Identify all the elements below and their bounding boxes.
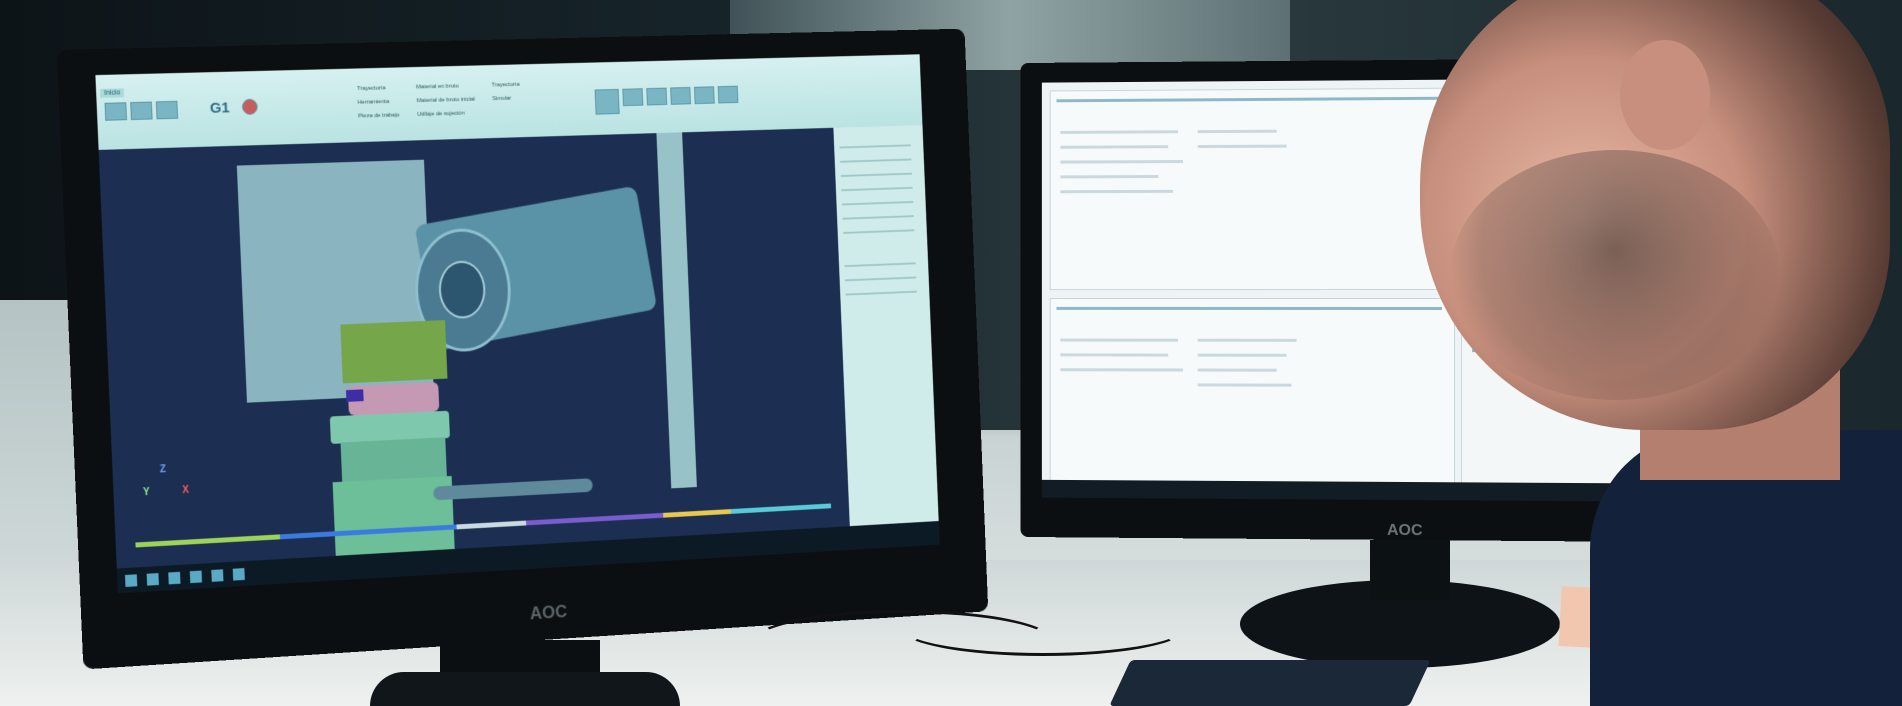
- person-beard: [1450, 150, 1780, 400]
- list-item[interactable]: [1197, 338, 1297, 342]
- list-item[interactable]: [1197, 129, 1277, 134]
- axis-z-label: Z: [159, 464, 167, 476]
- list-item[interactable]: [1060, 175, 1159, 179]
- ribbon-check-3[interactable]: Pieza de trabajo: [358, 112, 400, 119]
- app-icon[interactable]: [232, 568, 245, 581]
- ribbon-check-5[interactable]: Material de bruto inicial: [417, 97, 476, 104]
- search-icon[interactable]: [146, 573, 159, 586]
- ribbon-check-8[interactable]: Simular: [492, 96, 511, 102]
- window-titlebar: [1056, 96, 1442, 103]
- app-icon[interactable]: [189, 570, 203, 584]
- list-item[interactable]: [1060, 353, 1169, 357]
- simulation-controls[interactable]: [433, 478, 593, 501]
- app-icon[interactable]: [211, 569, 224, 582]
- axis-y-label: Y: [142, 486, 150, 499]
- keyboard: [1109, 660, 1431, 706]
- list-item[interactable]: [1060, 189, 1174, 194]
- fixture-purple: [345, 389, 364, 402]
- list-item[interactable]: [1060, 338, 1179, 342]
- start-icon[interactable]: [124, 574, 138, 587]
- ribbon-check-4[interactable]: Material en bruto: [416, 83, 459, 90]
- operations-panel: [833, 125, 939, 527]
- file-explorer-window-2[interactable]: [1049, 297, 1456, 491]
- person-ear: [1620, 40, 1710, 150]
- ribbon-check-6[interactable]: Utillaje de sujeción: [417, 111, 465, 118]
- monitor-left-logo: AOC: [529, 601, 568, 624]
- monitor-left-base: [370, 672, 680, 706]
- ribbon-tab-home[interactable]: Inicio: [99, 88, 125, 98]
- list-item[interactable]: [1197, 144, 1287, 149]
- list-item[interactable]: [1197, 368, 1277, 372]
- list-item[interactable]: [1060, 145, 1169, 149]
- list-item[interactable]: [1197, 383, 1292, 387]
- ribbon-button-2[interactable]: [130, 101, 153, 121]
- ribbon-button-simulate[interactable]: [155, 100, 179, 120]
- monitor-left: Inicio G1 Trayectoria Herramienta Pieza …: [56, 28, 989, 670]
- ribbon-button-c[interactable]: [670, 86, 692, 105]
- ribbon-check-2[interactable]: Herramienta: [358, 99, 390, 106]
- ribbon-check-7[interactable]: Trayectoria: [492, 82, 520, 89]
- window-titlebar: [1056, 306, 1442, 311]
- file-explorer-window[interactable]: [1049, 87, 1456, 291]
- workpiece-green: [340, 320, 448, 384]
- ribbon-check-1[interactable]: Trayectoria: [357, 85, 386, 92]
- ribbon-button-1[interactable]: [104, 102, 128, 121]
- machine-column: [656, 132, 697, 489]
- list-item[interactable]: [1060, 160, 1183, 164]
- list-item[interactable]: [1060, 130, 1179, 134]
- fixture-base-2: [340, 437, 447, 482]
- ribbon-button-d[interactable]: [693, 86, 715, 105]
- cable: [900, 600, 1186, 656]
- stop-icon[interactable]: [241, 98, 258, 115]
- list-item[interactable]: [1060, 368, 1183, 372]
- monitor-left-screen: Inicio G1 Trayectoria Herramienta Pieza …: [95, 54, 940, 594]
- ribbon-button-view[interactable]: [594, 88, 620, 115]
- monitor-right-logo: AOC: [1387, 521, 1423, 540]
- ribbon-button-b[interactable]: [646, 87, 668, 106]
- axis-x-label: X: [182, 484, 190, 497]
- ribbon-g1-button[interactable]: G1: [210, 99, 230, 116]
- cad-viewport[interactable]: Z Y X: [98, 127, 850, 569]
- list-item[interactable]: [1197, 353, 1287, 357]
- ribbon-button-e[interactable]: [717, 85, 739, 104]
- ribbon-button-a[interactable]: [622, 88, 644, 107]
- taskview-icon[interactable]: [168, 571, 181, 585]
- monitor-right-stand: [1370, 540, 1450, 600]
